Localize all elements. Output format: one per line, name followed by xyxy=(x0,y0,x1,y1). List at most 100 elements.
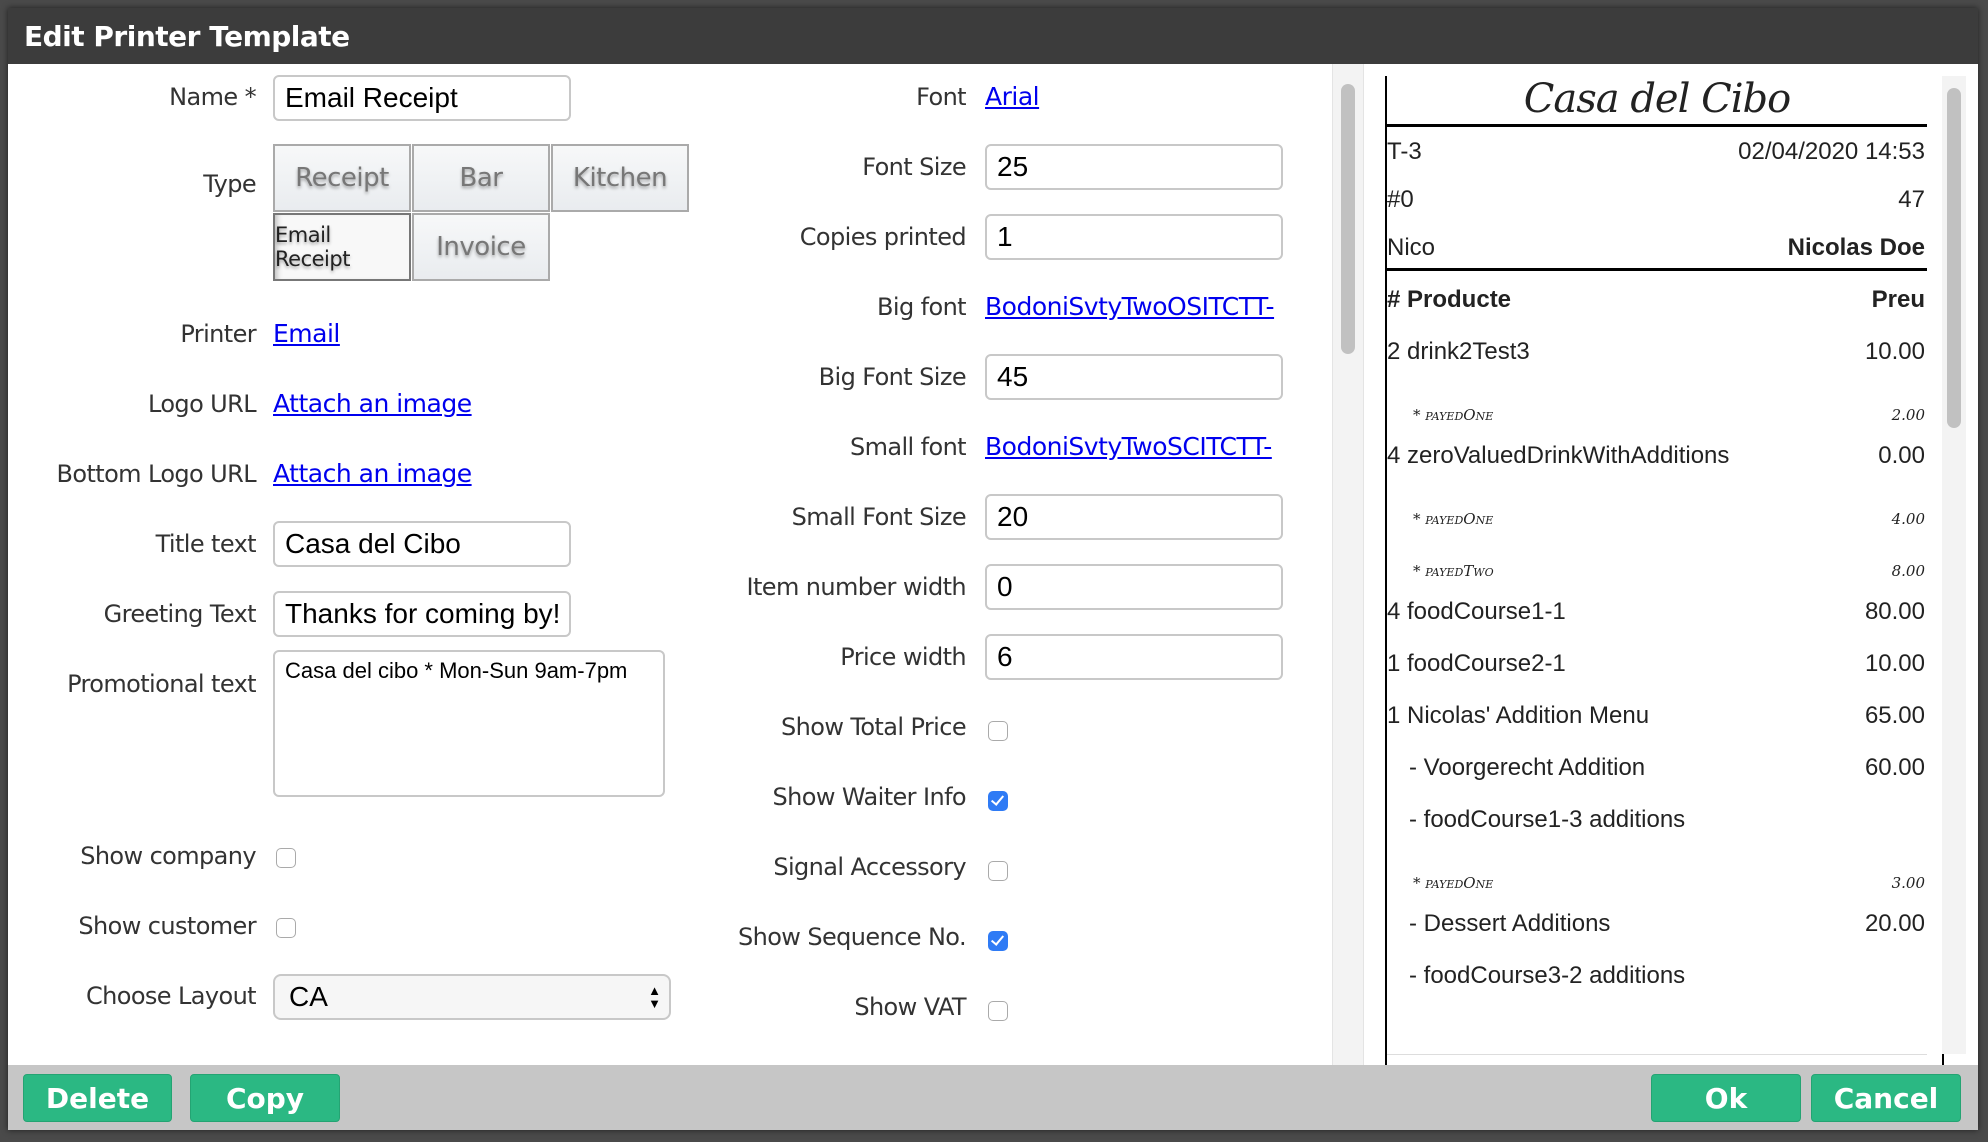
receipt-waiter-full: Nicolas Doe xyxy=(1787,234,1925,261)
receipt-scrollbar[interactable] xyxy=(1942,76,1966,1054)
promotional-text-label: Promotional text xyxy=(67,670,256,698)
receipt-datetime: 02/04/2020 14:53 xyxy=(1738,138,1925,165)
receipt-waiter-short: Nico xyxy=(1387,234,1436,261)
type-label: Type xyxy=(203,170,256,198)
show-sequence-no-label: Show Sequence No. xyxy=(737,923,967,951)
form-scrollbar-thumb[interactable] xyxy=(1341,84,1355,354)
title-text-input[interactable]: Casa del Cibo xyxy=(273,521,571,567)
receipt-divider xyxy=(1387,268,1927,271)
show-customer-label: Show customer xyxy=(78,912,256,940)
type-receipt-button[interactable]: Receipt xyxy=(273,144,411,212)
receipt-line-price: 80.00 xyxy=(1864,598,1925,625)
promotional-text-textarea[interactable]: Casa del cibo * Mon-Sun 9am-7pm xyxy=(273,650,665,797)
form-scrollbar[interactable] xyxy=(1332,64,1364,1065)
price-width-label: Price width xyxy=(840,643,966,671)
receipt-line-text: - foodCourse3-2 additions xyxy=(1409,962,1686,989)
type-email-receipt-button[interactable]: Email Receipt xyxy=(273,213,411,281)
printer-link[interactable]: Email xyxy=(273,319,340,348)
name-input[interactable]: Email Receipt xyxy=(273,75,571,121)
big-font-label: Big font xyxy=(877,293,967,321)
greeting-text-label: Greeting Text xyxy=(103,600,257,628)
receipt-content: Casa del Cibo T-3 02/04/2020 14:53 #0 47… xyxy=(1387,76,1927,1055)
copies-printed-label: Copies printed xyxy=(799,223,967,251)
type-kitchen-button[interactable]: Kitchen xyxy=(551,144,689,212)
receipt-line-text: 4 zeroValuedDrinkWithAdditions xyxy=(1387,442,1730,469)
logo-url-label: Logo URL xyxy=(148,390,257,418)
font-link[interactable]: Arial xyxy=(985,82,1040,111)
receipt-line-text: 1 foodCourse2-1 xyxy=(1387,650,1566,677)
price-width-input[interactable]: 6 xyxy=(985,634,1283,680)
receipt-line-text: * payedOne xyxy=(1413,874,1494,892)
receipt-line-text: 1 Nicolas' Addition Menu xyxy=(1387,702,1650,729)
receipt-line-text: * payedOne xyxy=(1413,406,1494,424)
name-label: Name * xyxy=(169,83,256,111)
show-company-label: Show company xyxy=(80,842,256,870)
receipt-line-price: 0.00 xyxy=(1878,442,1925,469)
small-font-size-input[interactable]: 20 xyxy=(985,494,1283,540)
bottom-logo-url-attach-link[interactable]: Attach an image xyxy=(273,459,472,488)
receipt-line-price: 3.00 xyxy=(1891,874,1925,892)
signal-accessory-checkbox[interactable] xyxy=(988,861,1008,881)
receipt-divider xyxy=(1387,124,1927,127)
show-customer-checkbox[interactable] xyxy=(276,918,296,938)
receipt-line-price: 2.00 xyxy=(1891,406,1925,424)
dialog-body: Name * Email Receipt Type Receipt Bar Ki… xyxy=(8,64,1978,1065)
cancel-button[interactable]: Cancel xyxy=(1811,1074,1961,1122)
show-total-price-label: Show Total Price xyxy=(780,713,967,741)
item-number-width-label: Item number width xyxy=(746,573,966,601)
show-total-price-checkbox[interactable] xyxy=(988,721,1008,741)
receipt-line-price: 65.00 xyxy=(1864,702,1925,729)
bottom-logo-url-label: Bottom Logo URL xyxy=(56,460,257,488)
font-label: Font xyxy=(916,83,966,111)
receipt-header-price: Preu xyxy=(1871,286,1925,313)
select-arrows-icon: ▲ ▼ xyxy=(648,983,661,1011)
small-font-link[interactable]: BodoniSvtyTwoSCITCTT- xyxy=(985,432,1272,461)
show-sequence-no-checkbox[interactable] xyxy=(988,931,1008,951)
receipt-order-no: #0 xyxy=(1387,186,1414,213)
small-font-label: Small font xyxy=(849,433,967,461)
dialog-footer: Delete Copy Ok Cancel xyxy=(8,1065,1978,1130)
delete-button[interactable]: Delete xyxy=(23,1074,172,1122)
choose-layout-label: Choose Layout xyxy=(85,982,257,1010)
title-text-label: Title text xyxy=(155,530,257,558)
show-vat-label: Show VAT xyxy=(854,993,966,1021)
receipt-line-text: - Voorgerecht Addition xyxy=(1409,754,1646,781)
receipt-line-price: 10.00 xyxy=(1864,650,1925,677)
ok-button[interactable]: Ok xyxy=(1651,1074,1801,1122)
receipt-line-text: - Dessert Additions xyxy=(1409,910,1611,937)
greeting-text-input[interactable]: Thanks for coming by! xyxy=(273,591,571,637)
type-invoice-button[interactable]: Invoice xyxy=(412,213,550,281)
choose-layout-value: CA xyxy=(289,981,328,1012)
show-vat-checkbox[interactable] xyxy=(988,1001,1008,1021)
edit-printer-template-dialog: Edit Printer Template Name * Email Recei… xyxy=(8,8,1978,1130)
show-company-checkbox[interactable] xyxy=(276,848,296,868)
small-font-size-label: Small Font Size xyxy=(791,503,967,531)
big-font-size-input[interactable]: 45 xyxy=(985,354,1283,400)
logo-url-attach-link[interactable]: Attach an image xyxy=(273,389,472,418)
choose-layout-select[interactable]: CA ▲ ▼ xyxy=(273,974,671,1020)
signal-accessory-label: Signal Accessory xyxy=(773,853,966,881)
receipt-line-text: 4 foodCourse1-1 xyxy=(1387,598,1566,625)
receipt-header-product: # Producte xyxy=(1387,286,1512,313)
big-font-link[interactable]: BodoniSvtyTwoOSITCTT- xyxy=(985,292,1275,321)
show-waiter-info-checkbox[interactable] xyxy=(988,791,1008,811)
receipt-line-text: * payedTwo xyxy=(1413,562,1494,580)
receipt-sequence: 47 xyxy=(1898,186,1925,213)
receipt-scrollbar-thumb[interactable] xyxy=(1947,88,1961,428)
receipt-line-text: - foodCourse1-3 additions xyxy=(1409,806,1686,833)
item-number-width-input[interactable]: 0 xyxy=(985,564,1283,610)
receipt-line-price: 10.00 xyxy=(1864,338,1925,365)
big-font-size-label: Big Font Size xyxy=(818,363,967,391)
receipt-title: Casa del Cibo xyxy=(1523,76,1791,122)
type-bar-button[interactable]: Bar xyxy=(412,144,550,212)
receipt-line-price: 20.00 xyxy=(1864,910,1925,937)
printer-label: Printer xyxy=(180,320,256,348)
receipt-line-price: 8.00 xyxy=(1891,562,1925,580)
dialog-titlebar: Edit Printer Template xyxy=(8,8,1978,64)
receipt-line-text: * payedOne xyxy=(1413,510,1494,528)
copy-button[interactable]: Copy xyxy=(190,1074,340,1122)
copies-printed-input[interactable]: 1 xyxy=(985,214,1283,260)
dialog-title: Edit Printer Template xyxy=(24,20,350,53)
font-size-input[interactable]: 25 xyxy=(985,144,1283,190)
receipt-table: T-3 xyxy=(1387,138,1422,165)
